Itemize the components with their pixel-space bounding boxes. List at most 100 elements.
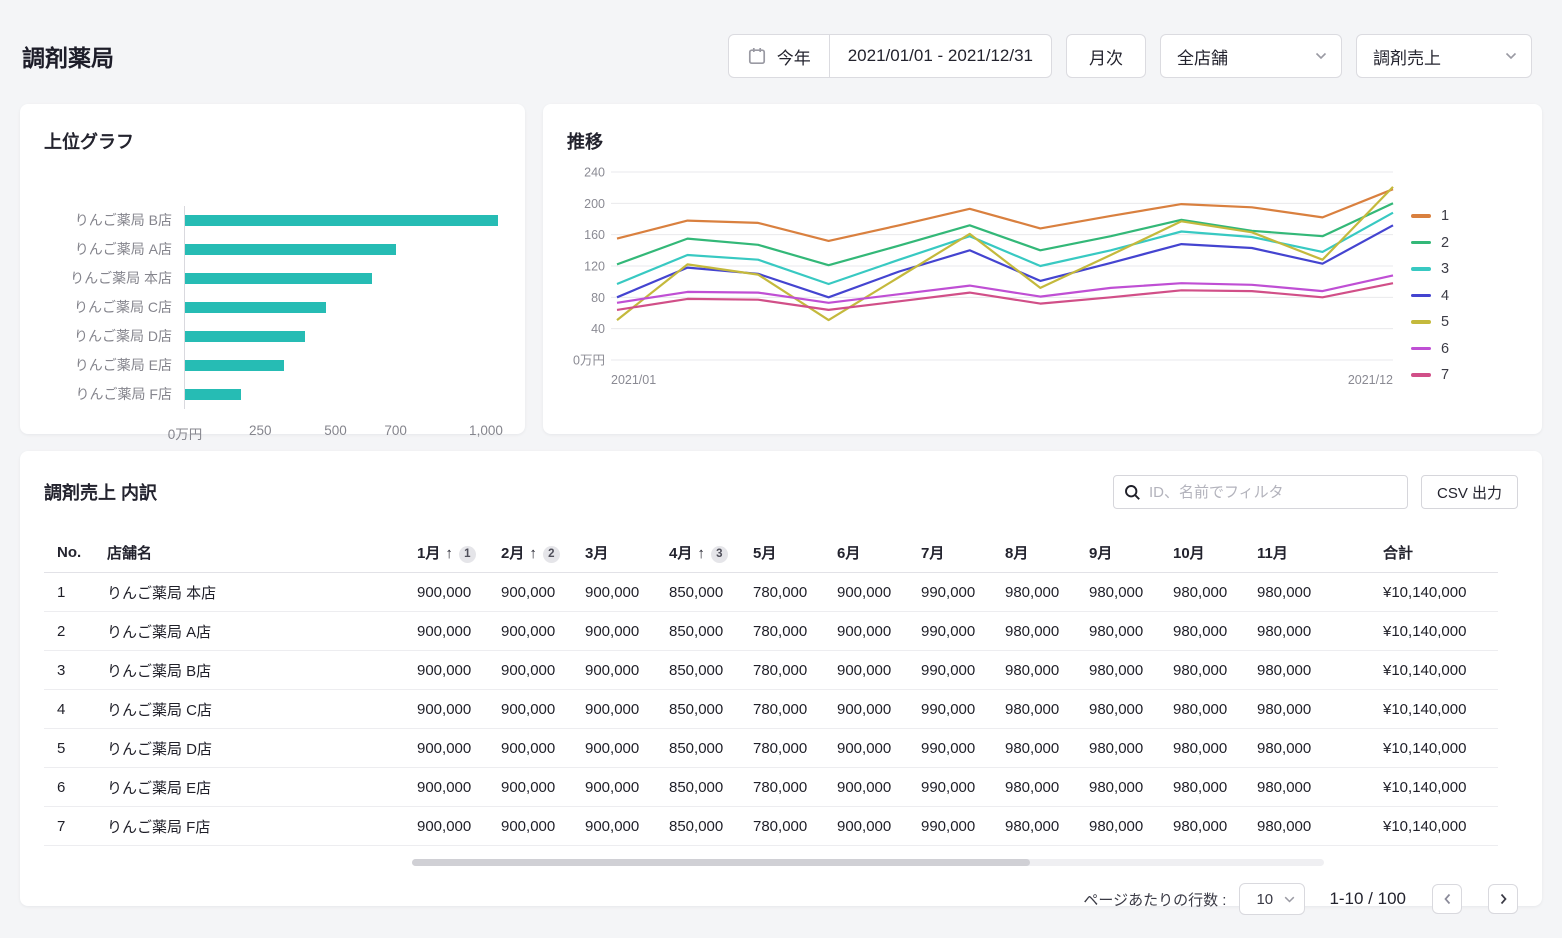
chevron-right-icon — [1499, 893, 1508, 905]
monthly-value-cell: 850,000 — [656, 768, 740, 807]
bar[interactable] — [185, 302, 326, 313]
column-header-label: 8月 — [1005, 545, 1028, 562]
monthly-value-cell: 780,000 — [740, 768, 824, 807]
monthly-value-cell: 980,000 — [1076, 573, 1160, 612]
column-header-合計[interactable]: 合計 — [1328, 533, 1498, 573]
monthly-value-cell: 900,000 — [488, 807, 572, 846]
legend-color-dash — [1411, 294, 1431, 298]
csv-export-button[interactable]: CSV 出力 — [1421, 475, 1518, 509]
bar[interactable] — [185, 331, 305, 342]
toolbar: 今年 2021/01/01 - 2021/12/31 月次 全店舗 調剤売上 — [728, 34, 1532, 78]
column-header-No.[interactable]: No. — [44, 533, 94, 573]
column-header-4月[interactable]: 4月↑3 — [656, 533, 740, 573]
column-header-label: 2月 — [501, 545, 524, 562]
store-name-cell: りんご薬局 本店 — [94, 573, 404, 612]
bar[interactable] — [185, 360, 284, 371]
calendar-icon — [747, 46, 767, 66]
column-header-3月[interactable]: 3月 — [572, 533, 656, 573]
bar[interactable] — [185, 244, 396, 255]
legend-color-dash — [1411, 320, 1431, 324]
column-header-8月[interactable]: 8月 — [992, 533, 1076, 573]
next-page-button[interactable] — [1488, 884, 1518, 914]
x-axis-tick-label: 500 — [324, 423, 347, 438]
period-button[interactable]: 今年 — [729, 35, 829, 77]
search-icon — [1124, 484, 1141, 501]
date-range-value[interactable]: 2021/01/01 - 2021/12/31 — [830, 35, 1051, 77]
monthly-value-cell: 900,000 — [488, 768, 572, 807]
monthly-value-cell: 900,000 — [824, 807, 908, 846]
monthly-value-cell: 900,000 — [404, 768, 488, 807]
legend-item[interactable]: 4 — [1411, 288, 1449, 304]
y-axis-tick-label: 200 — [584, 197, 605, 211]
sort-priority-badge: 2 — [543, 546, 560, 563]
monthly-value-cell: 900,000 — [572, 807, 656, 846]
monthly-value-cell: 900,000 — [824, 612, 908, 651]
monthly-value-cell: 900,000 — [572, 690, 656, 729]
legend-item[interactable]: 1 — [1411, 208, 1449, 224]
sort-priority-badge: 3 — [711, 546, 728, 563]
legend-label: 3 — [1441, 261, 1449, 277]
column-header-6月[interactable]: 6月 — [824, 533, 908, 573]
column-header-label: 5月 — [753, 545, 776, 562]
column-header-11月[interactable]: 11月 — [1244, 533, 1328, 573]
monthly-value-cell: 780,000 — [740, 729, 824, 768]
bar[interactable] — [185, 273, 372, 284]
scrollbar-thumb[interactable] — [412, 859, 1030, 866]
filter-search-input[interactable] — [1149, 484, 1397, 501]
monthly-value-cell: 980,000 — [1076, 690, 1160, 729]
monthly-value-cell: 980,000 — [992, 807, 1076, 846]
x-axis-tick-label: 2021/12 — [1348, 373, 1393, 387]
legend-item[interactable]: 6 — [1411, 341, 1449, 357]
total-value-cell: ¥10,140,000 — [1328, 729, 1498, 768]
table-row[interactable]: 6りんご薬局 E店900,000900,000900,000850,000780… — [44, 768, 1498, 807]
store-select[interactable]: 全店舗 — [1160, 34, 1342, 78]
metric-select[interactable]: 調剤売上 — [1356, 34, 1532, 78]
legend-item[interactable]: 2 — [1411, 235, 1449, 251]
granularity-button[interactable]: 月次 — [1066, 34, 1146, 78]
rows-per-page-select[interactable]: 10 — [1239, 883, 1305, 915]
bar[interactable] — [185, 215, 498, 226]
table-row[interactable]: 7りんご薬局 F店900,000900,000900,000850,000780… — [44, 807, 1498, 846]
bar-category-label: りんご薬局 B店 — [44, 206, 184, 235]
legend-item[interactable]: 7 — [1411, 367, 1449, 383]
table-title: 調剤売上 内訳 — [44, 479, 157, 505]
prev-page-button[interactable] — [1432, 884, 1462, 914]
table-row[interactable]: 2りんご薬局 A店900,000900,000900,000850,000780… — [44, 612, 1498, 651]
column-header-5月[interactable]: 5月 — [740, 533, 824, 573]
column-header-10月[interactable]: 10月 — [1160, 533, 1244, 573]
table-row[interactable]: 4りんご薬局 C店900,000900,000900,000850,000780… — [44, 690, 1498, 729]
column-header-1月[interactable]: 1月↑1 — [404, 533, 488, 573]
monthly-value-cell: 900,000 — [824, 768, 908, 807]
bar-row — [185, 322, 501, 351]
monthly-value-cell: 980,000 — [992, 612, 1076, 651]
legend-label: 5 — [1441, 314, 1449, 330]
column-header-店舗名[interactable]: 店舗名 — [94, 533, 404, 573]
monthly-value-cell: 850,000 — [656, 807, 740, 846]
row-number-cell: 2 — [44, 612, 94, 651]
table-row[interactable]: 1りんご薬局 本店900,000900,000900,000850,000780… — [44, 573, 1498, 612]
monthly-value-cell: 900,000 — [404, 651, 488, 690]
chevron-down-icon — [1315, 52, 1327, 60]
monthly-value-cell: 900,000 — [488, 690, 572, 729]
bar-category-label: りんご薬局 本店 — [44, 264, 184, 293]
legend-item[interactable]: 3 — [1411, 261, 1449, 277]
table-row[interactable]: 3りんご薬局 B店900,000900,000900,000850,000780… — [44, 651, 1498, 690]
table-horizontal-scrollbar — [44, 859, 1518, 866]
table-row[interactable]: 5りんご薬局 D店900,000900,000900,000850,000780… — [44, 729, 1498, 768]
column-header-2月[interactable]: 2月↑2 — [488, 533, 572, 573]
line-series-3[interactable] — [617, 213, 1393, 284]
bar-row — [185, 235, 501, 264]
chevron-left-icon — [1443, 893, 1452, 905]
legend-item[interactable]: 5 — [1411, 314, 1449, 330]
monthly-value-cell: 900,000 — [824, 651, 908, 690]
monthly-value-cell: 900,000 — [488, 573, 572, 612]
monthly-value-cell: 980,000 — [1076, 729, 1160, 768]
y-axis-tick-label: 240 — [584, 166, 605, 180]
bar[interactable] — [185, 389, 241, 400]
store-name-cell: りんご薬局 C店 — [94, 690, 404, 729]
column-header-9月[interactable]: 9月 — [1076, 533, 1160, 573]
sales-table: No.店舗名1月↑12月↑23月4月↑35月6月7月8月9月10月11月合計 1… — [44, 533, 1498, 846]
filter-search-box — [1113, 475, 1408, 509]
column-header-7月[interactable]: 7月 — [908, 533, 992, 573]
scrollbar-track[interactable] — [412, 859, 1324, 866]
